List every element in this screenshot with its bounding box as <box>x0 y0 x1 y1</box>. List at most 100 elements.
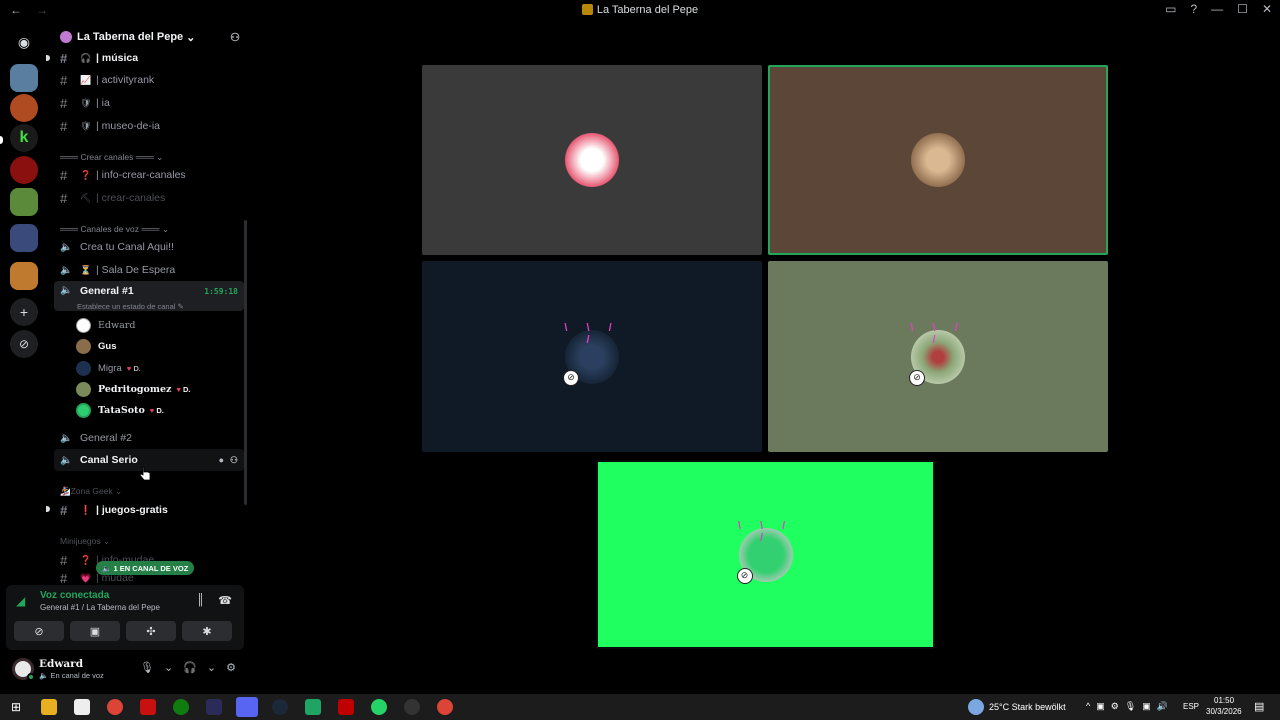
deafened-tag: ♥ D. <box>176 384 191 394</box>
server-icon[interactable] <box>10 64 38 92</box>
voice-member[interactable]: Pedritogomez ♥ D. <box>76 379 190 399</box>
voice-channel-link[interactable]: General #1 / La Taberna del Pepe <box>40 603 160 612</box>
voice-tile[interactable]: \ \ / / ⊘ <box>422 261 762 452</box>
category-canales-de-voz[interactable]: ═══ Canales de voz ═══ ⌄ <box>60 224 169 235</box>
server-icon[interactable] <box>10 188 38 216</box>
server-icon[interactable] <box>10 224 38 252</box>
screen-share-button[interactable]: ▣ <box>70 621 120 641</box>
category-minijuegos[interactable]: Minijuegos ⌄ <box>60 536 110 547</box>
category-crear-canales[interactable]: ═══ Crear canales ═══ ⌄ <box>60 152 163 163</box>
drive-icon[interactable] <box>305 699 321 715</box>
hash-icon: # <box>60 190 68 206</box>
whatsapp-icon[interactable] <box>371 699 387 715</box>
username[interactable]: Edward <box>39 658 83 670</box>
server-icon[interactable]: k <box>10 124 38 152</box>
add-server-icon[interactable]: + <box>10 298 38 326</box>
weather-icon[interactable] <box>968 699 984 715</box>
avatar <box>76 381 91 397</box>
channel-ia[interactable]: # 🛡 | ia <box>54 92 244 114</box>
voice-member[interactable]: TataSoto ♥ D. <box>76 400 164 420</box>
channel-info-crear-canales[interactable]: # ❓ | info-crear-canales <box>54 164 244 186</box>
noise-suppression-icon[interactable]: ║ <box>197 594 205 607</box>
chevron-down-icon[interactable]: ⌄ <box>164 661 173 674</box>
unread-pill <box>0 136 3 144</box>
headphones-icon[interactable]: 🎧 <box>183 661 197 674</box>
disconnect-icon[interactable]: ☎ <box>218 594 232 607</box>
discord-taskbar-icon[interactable] <box>236 697 258 717</box>
call-timer: 1:59:18 <box>204 287 238 296</box>
clock-date[interactable]: 30/3/2026 <box>1206 707 1242 716</box>
soundboard-button[interactable]: ✱ <box>182 621 232 641</box>
app-icon[interactable] <box>140 699 156 715</box>
channel-crear-canales[interactable]: # ⛏ | crear-canales <box>54 187 244 209</box>
app-icon[interactable] <box>404 699 420 715</box>
signal-icon[interactable]: ◢ <box>16 594 25 608</box>
inbox-icon[interactable]: ▭ <box>1165 2 1176 16</box>
discord-home-icon[interactable]: ◉ <box>10 28 38 56</box>
add-member-icon[interactable]: ⚇ <box>230 31 240 44</box>
voice-member[interactable]: Gus <box>76 336 116 356</box>
gear-icon[interactable]: ⚙ <box>226 661 236 674</box>
avatar <box>76 317 91 333</box>
speaker-icon: 🔈 <box>60 454 73 466</box>
language-indicator[interactable]: ESP <box>1183 702 1199 711</box>
xbox-icon[interactable] <box>173 699 189 715</box>
clock-time[interactable]: 01:50 <box>1214 696 1234 705</box>
category-zona-geek[interactable]: 🏂Zona Geek ⌄ <box>60 486 122 497</box>
camera-off-button[interactable]: ⊘ <box>14 621 64 641</box>
hash-icon: # <box>60 72 68 88</box>
channel-museo-de-ia[interactable]: # 🛡 | museo-de-ia <box>54 115 244 137</box>
maximize-button[interactable]: ☐ <box>1237 2 1248 16</box>
store-icon[interactable] <box>74 699 90 715</box>
deafened-tag: ♥ D. <box>126 363 141 373</box>
voice-member[interactable]: Edward <box>76 315 135 335</box>
server-icon[interactable] <box>10 94 38 122</box>
avatar <box>76 360 91 376</box>
server-icon[interactable] <box>10 156 38 184</box>
file-explorer-icon[interactable] <box>41 699 57 715</box>
channel-status-prompt[interactable]: Establece un estado de canal ✎ <box>77 302 184 311</box>
notifications-icon[interactable]: ▤ <box>1254 699 1270 715</box>
explore-icon[interactable]: ⊘ <box>10 330 38 358</box>
speaker-icon: 🔈 <box>60 285 73 296</box>
minimize-button[interactable]: — <box>1211 2 1223 16</box>
channel-activityrank[interactable]: # 📈 | activityrank <box>54 69 244 91</box>
activities-button[interactable]: ✣ <box>126 621 176 641</box>
channel-musica[interactable]: # 🎧 | música <box>54 47 244 69</box>
steam-icon[interactable] <box>272 699 288 715</box>
voice-tile[interactable]: \ \ / / ⊘ <box>768 261 1108 452</box>
windows-start-icon[interactable]: ⊞ <box>8 699 24 715</box>
voice-tile[interactable] <box>422 65 762 255</box>
user-status: 🔈 En canal de voz <box>39 671 104 680</box>
weather-text[interactable]: 25°C Stark bewölkt <box>989 702 1066 712</box>
voice-tile[interactable]: \ \ / / ⊘ <box>596 460 935 649</box>
chrome-icon[interactable] <box>437 699 453 715</box>
voice-channel-general-2[interactable]: 🔈 General #2 <box>54 427 244 449</box>
voice-tile-speaking[interactable] <box>768 65 1108 255</box>
invite-icon[interactable]: ⚇ <box>230 455 238 466</box>
voice-count-pill[interactable]: 🔈 1 EN CANAL DE VOZ <box>96 561 195 575</box>
windows-taskbar: ⊞ 25°C Stark bewölkt ^▣⚙🎙▣🔊 ESP 01:50 30… <box>0 694 1280 720</box>
chrome-icon[interactable] <box>107 699 123 715</box>
app-icon[interactable] <box>206 699 222 715</box>
speaker-icon: 🔈 <box>60 432 73 444</box>
voice-member[interactable]: Migra ♥ D. <box>76 358 141 378</box>
avatar: \ \ / / ⊘ <box>563 322 619 386</box>
server-icon <box>581 4 593 15</box>
server-icon[interactable] <box>10 262 38 290</box>
chat-icon[interactable]: ● <box>219 455 224 465</box>
voice-channel-sala[interactable]: 🔈 ⏳ | Sala De Espera <box>54 259 244 281</box>
app-icon[interactable] <box>338 699 354 715</box>
close-button[interactable]: ✕ <box>1262 2 1272 16</box>
voice-status[interactable]: Voz conectada <box>40 590 109 601</box>
channel-juegos-gratis[interactable]: # ❗ | juegos-gratis <box>54 499 244 521</box>
chevron-down-icon[interactable]: ⌄ <box>207 661 216 674</box>
sidebar-scrollbar[interactable] <box>244 220 247 505</box>
voice-channel-crea[interactable]: 🔈 Crea tu Canal Aqui!! <box>54 236 244 258</box>
microphone-icon[interactable]: 🎙 <box>140 661 154 674</box>
mouse-cursor-icon <box>140 466 151 481</box>
deafened-icon: ⊘ <box>736 567 753 584</box>
deafened-icon: ⊘ <box>909 369 925 386</box>
help-icon[interactable]: ? <box>1190 2 1197 16</box>
tray-icons[interactable]: ^▣⚙🎙▣🔊 <box>1086 701 1174 712</box>
